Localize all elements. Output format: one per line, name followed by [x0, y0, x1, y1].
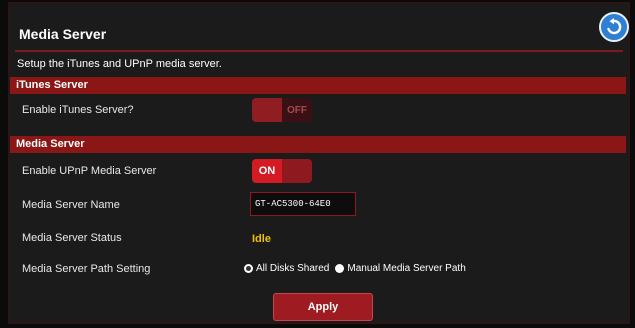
server-name-input[interactable] [250, 192, 356, 216]
toggle-knob [252, 98, 282, 122]
itunes-section-header: iTunes Server [10, 77, 626, 94]
itunes-server-toggle[interactable]: OFF [252, 98, 312, 122]
all-disks-radio-label[interactable]: All Disks Shared [256, 263, 329, 274]
title-divider [15, 50, 623, 52]
page-title: Media Server [19, 26, 107, 42]
path-setting-label: Media Server Path Setting [22, 263, 151, 275]
server-status-label: Media Server Status [22, 232, 122, 244]
toggle-knob [282, 159, 312, 183]
toggle-state-text: OFF [282, 98, 312, 122]
path-setting-radio-group: All Disks Shared Manual Media Server Pat… [244, 263, 472, 274]
upnp-server-toggle[interactable]: ON [252, 159, 312, 183]
media-section-header: Media Server [10, 136, 626, 153]
enable-upnp-label: Enable UPnP Media Server [22, 165, 157, 177]
back-arrow-icon [607, 18, 622, 35]
back-button[interactable] [599, 12, 629, 42]
toggle-state-text: ON [252, 159, 282, 183]
manual-path-radio-label[interactable]: Manual Media Server Path [347, 263, 465, 274]
enable-itunes-label: Enable iTunes Server? [22, 104, 134, 116]
page-description: Setup the iTunes and UPnP media server. [17, 58, 222, 70]
server-status-value: Idle [252, 233, 271, 245]
media-server-panel: Media Server Setup the iTunes and UPnP m… [8, 2, 630, 324]
server-name-label: Media Server Name [22, 199, 120, 211]
apply-button[interactable]: Apply [273, 293, 373, 321]
manual-path-radio[interactable] [335, 264, 345, 273]
all-disks-radio[interactable] [244, 264, 253, 273]
